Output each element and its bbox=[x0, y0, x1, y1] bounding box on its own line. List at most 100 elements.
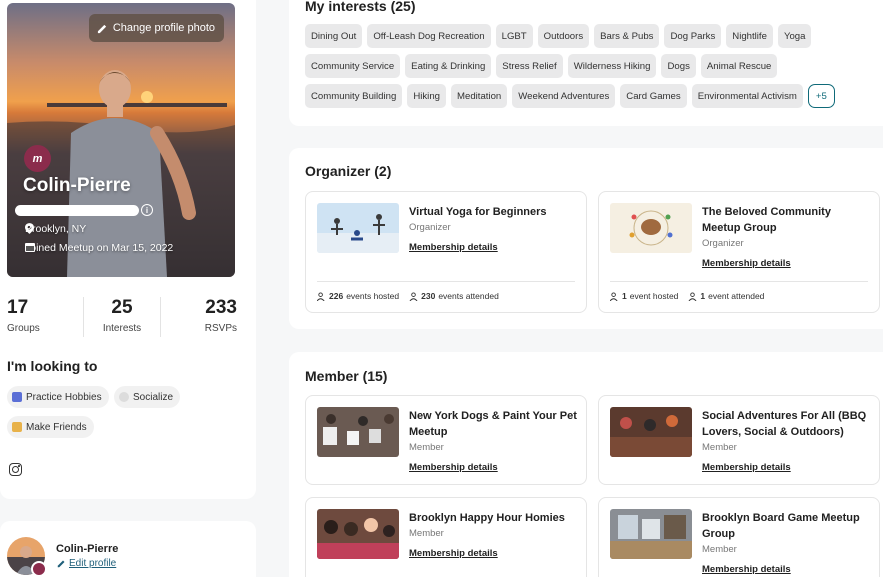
community-logo-image bbox=[610, 203, 692, 253]
interest-tag[interactable]: Dogs bbox=[661, 54, 696, 78]
attended-count: 1 bbox=[700, 291, 706, 301]
interest-tag[interactable]: LGBT bbox=[495, 24, 533, 48]
membership-details-link[interactable]: Membership details bbox=[409, 546, 579, 562]
group-role: Member bbox=[702, 544, 737, 555]
pencil-icon bbox=[57, 560, 65, 568]
stat-groups[interactable]: 17 Groups bbox=[7, 297, 83, 337]
events-hosted: 226 events hosted bbox=[317, 291, 399, 301]
organizer-section: Organizer (2) Virtual Yoga for Beginners… bbox=[289, 148, 883, 329]
group-thumbnail bbox=[610, 407, 692, 457]
group-card[interactable]: Brooklyn Board Game Meetup Group Member … bbox=[598, 497, 880, 577]
group-card[interactable]: Brooklyn Happy Hour Homies Member Member… bbox=[305, 497, 587, 577]
stat-rsvps[interactable]: 233 RSVPs bbox=[161, 297, 237, 337]
group-name[interactable]: Virtual Yoga for Beginners bbox=[409, 204, 579, 220]
group-thumbnail bbox=[317, 509, 399, 559]
interest-tag[interactable]: Bars & Pubs bbox=[594, 24, 660, 48]
interest-tag[interactable]: Dog Parks bbox=[664, 24, 722, 48]
joined-text: Joined Meetup on Mar 15, 2022 bbox=[25, 242, 174, 254]
group-stats: 1 event hosted 1 event attended bbox=[610, 281, 868, 301]
hosted-count: 1 bbox=[622, 291, 627, 301]
interest-tag[interactable]: Meditation bbox=[451, 84, 508, 108]
member-section: Member (15) New York Dogs & Paint Your P… bbox=[289, 352, 883, 577]
group-role: Member bbox=[409, 528, 444, 539]
organizer-title: Organizer (2) bbox=[305, 163, 392, 179]
interest-tag[interactable]: Outdoors bbox=[537, 24, 590, 48]
interest-tag[interactable]: Environmental Activism bbox=[691, 84, 803, 108]
group-card[interactable]: New York Dogs & Paint Your Pet Meetup Me… bbox=[305, 395, 587, 485]
edit-profile-link[interactable]: Edit profile bbox=[57, 558, 116, 569]
group-name[interactable]: The Beloved Community Meetup Group bbox=[702, 204, 872, 236]
group-info: Virtual Yoga for Beginners Organizer Mem… bbox=[409, 204, 579, 256]
interest-tag[interactable]: Card Games bbox=[620, 84, 687, 108]
meetup-logo-icon: m bbox=[24, 145, 51, 172]
stat-interests[interactable]: 25 Interests bbox=[83, 297, 161, 337]
chip-label: Practice Hobbies bbox=[26, 391, 102, 403]
attended-label: event attended bbox=[708, 291, 765, 301]
group-info: The Beloved Community Meetup Group Organ… bbox=[702, 204, 872, 272]
stat-value: 25 bbox=[111, 297, 133, 318]
group-name[interactable]: Brooklyn Board Game Meetup Group bbox=[702, 510, 872, 542]
sunset-photo bbox=[7, 3, 235, 277]
events-attended: 1 event attended bbox=[688, 291, 764, 301]
calendar-icon bbox=[25, 243, 35, 252]
group-name[interactable]: Brooklyn Happy Hour Homies bbox=[409, 510, 579, 526]
member-title: Member (15) bbox=[305, 368, 388, 384]
group-card[interactable]: Virtual Yoga for Beginners Organizer Mem… bbox=[305, 191, 587, 313]
chip-socialize: Socialize bbox=[114, 386, 181, 408]
interest-tag[interactable]: Community Building bbox=[305, 84, 403, 108]
group-info: Brooklyn Board Game Meetup Group Member … bbox=[702, 510, 872, 577]
instagram-icon[interactable] bbox=[9, 463, 22, 476]
person-icon bbox=[688, 291, 697, 301]
person-icon bbox=[409, 291, 418, 301]
group-role: Member bbox=[702, 442, 737, 453]
interest-tag[interactable]: Eating & Drinking bbox=[405, 54, 492, 78]
stats-row: 17 Groups 25 Interests 233 RSVPs bbox=[7, 297, 237, 337]
meetup-badge-icon bbox=[31, 561, 47, 577]
interest-tag[interactable]: Weekend Adventures bbox=[512, 84, 616, 108]
group-stats: 226 events hosted 230 events attended bbox=[317, 281, 575, 301]
interests-row-2: Community Service Eating & Drinking Stre… bbox=[305, 54, 778, 78]
social-bbq-image bbox=[610, 407, 692, 457]
show-more-interests-button[interactable]: +5 bbox=[807, 84, 835, 108]
membership-details-link[interactable]: Membership details bbox=[702, 460, 872, 476]
stat-label: Interests bbox=[102, 323, 142, 334]
interest-tag[interactable]: Stress Relief bbox=[496, 54, 563, 78]
membership-details-link[interactable]: Membership details bbox=[702, 562, 872, 577]
hosted-count: 226 bbox=[329, 291, 344, 301]
interests-row-3: Community Building Hiking Meditation Wee… bbox=[305, 84, 835, 108]
paint-icon bbox=[12, 392, 22, 402]
membership-details-link[interactable]: Membership details bbox=[409, 240, 579, 256]
info-icon[interactable]: i bbox=[141, 204, 153, 216]
group-thumbnail bbox=[610, 203, 692, 253]
change-photo-label: Change profile photo bbox=[112, 22, 215, 34]
group-card[interactable]: The Beloved Community Meetup Group Organ… bbox=[598, 191, 880, 313]
speech-bubble-icon bbox=[119, 392, 129, 402]
happy-hour-image bbox=[317, 509, 399, 559]
group-role: Organizer bbox=[409, 222, 451, 233]
profile-name: Colin-Pierre bbox=[23, 175, 131, 196]
interest-tag[interactable]: Dining Out bbox=[305, 24, 363, 48]
interests-section: My interests (25) Dining Out Off-Leash D… bbox=[289, 0, 883, 126]
change-photo-button[interactable]: Change profile photo bbox=[88, 14, 224, 42]
location-row: Brooklyn, NY bbox=[25, 223, 86, 235]
chip-label: Make Friends bbox=[26, 421, 87, 433]
interest-tag[interactable]: Wilderness Hiking bbox=[567, 54, 657, 78]
redacted-bar bbox=[15, 205, 139, 216]
stat-value: 233 bbox=[205, 297, 237, 318]
interest-tag[interactable]: Community Service bbox=[305, 54, 401, 78]
membership-details-link[interactable]: Membership details bbox=[702, 256, 872, 272]
group-card[interactable]: Social Adventures For All (BBQ Lovers, S… bbox=[598, 395, 880, 485]
interest-tag[interactable]: Off-Leash Dog Recreation bbox=[367, 24, 491, 48]
group-name[interactable]: Social Adventures For All (BBQ Lovers, S… bbox=[702, 408, 872, 440]
group-thumbnail bbox=[317, 407, 399, 457]
interest-tag[interactable]: Nightlife bbox=[726, 24, 773, 48]
interest-tag[interactable]: Hiking bbox=[407, 84, 446, 108]
group-role: Member bbox=[409, 442, 444, 453]
interests-row-1: Dining Out Off-Leash Dog Recreation LGBT… bbox=[305, 24, 812, 48]
interest-tag[interactable]: Yoga bbox=[777, 24, 812, 48]
stat-label: RSVPs bbox=[204, 323, 237, 334]
joined-row: Joined Meetup on Mar 15, 2022 bbox=[25, 242, 173, 254]
group-name[interactable]: New York Dogs & Paint Your Pet Meetup bbox=[409, 408, 579, 440]
membership-details-link[interactable]: Membership details bbox=[409, 460, 579, 476]
interest-tag[interactable]: Animal Rescue bbox=[700, 54, 778, 78]
